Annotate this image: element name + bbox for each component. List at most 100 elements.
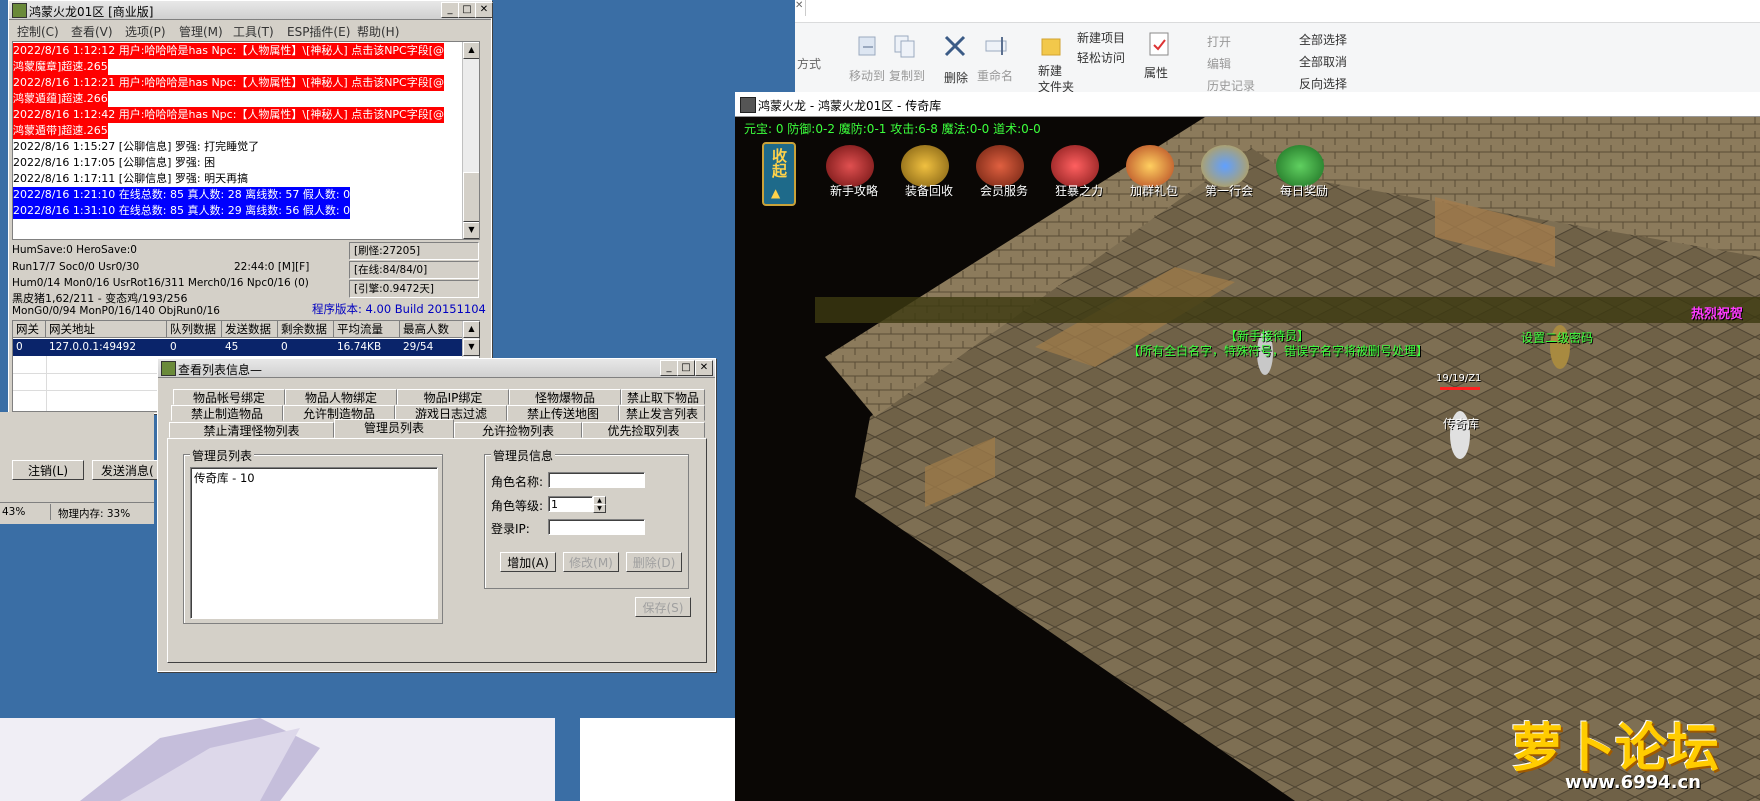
tab-item-account-bind[interactable]: 物品帐号绑定 bbox=[173, 389, 285, 405]
gift-pack-label: 加群礼包 bbox=[1130, 184, 1179, 198]
explorer-close-button[interactable]: ✕ bbox=[795, 0, 806, 16]
tab-admin-list[interactable]: 管理员列表 bbox=[334, 419, 454, 438]
scroll-up-button[interactable]: ▲ bbox=[463, 42, 479, 59]
spinner-buttons[interactable]: ▲ ▼ bbox=[593, 496, 606, 513]
tab-item-char-bind[interactable]: 物品人物绑定 bbox=[285, 389, 397, 405]
role-name-input[interactable] bbox=[548, 472, 645, 488]
list-item[interactable]: 传奇库 - 10 bbox=[194, 470, 255, 486]
logout-button[interactable]: 注销(L) bbox=[12, 460, 84, 480]
edit-button[interactable]: 编辑 bbox=[1207, 55, 1231, 72]
log-line: 2022/8/16 1:12:42 用户:哈哈哈是has Npc:【人物属性】\… bbox=[13, 107, 445, 123]
scroll-down-button[interactable]: ▼ bbox=[463, 339, 480, 356]
top-guild-icon[interactable] bbox=[1201, 145, 1249, 187]
collapse-button[interactable]: 收起 ▲ bbox=[762, 142, 796, 206]
spin-down-icon[interactable]: ▼ bbox=[593, 504, 606, 513]
scroll-up-button[interactable]: ▲ bbox=[463, 321, 480, 338]
beginner-guide-icon[interactable] bbox=[826, 145, 874, 187]
rename-button[interactable]: 重命名 bbox=[977, 67, 1013, 84]
player-name[interactable]: 传奇库 bbox=[1443, 415, 1479, 432]
menu-control[interactable]: 控制(C) bbox=[17, 23, 59, 40]
npc-password-name[interactable]: 设置二级密码 bbox=[1521, 329, 1593, 346]
move-to-button[interactable]: 移动到 bbox=[849, 67, 885, 84]
menu-manage[interactable]: 管理(M) bbox=[179, 23, 223, 40]
gift-pack-icon[interactable] bbox=[1126, 145, 1174, 187]
open-button[interactable]: 打开 bbox=[1207, 33, 1231, 50]
delete-admin-button[interactable]: 删除(D) bbox=[626, 552, 682, 572]
tab-allow-pickup-list[interactable]: 允许捡物列表 bbox=[454, 422, 582, 438]
col-max-users[interactable]: 最高人数 bbox=[400, 321, 463, 338]
tab-no-remove-items[interactable]: 禁止取下物品 bbox=[621, 389, 705, 405]
dialog-maximize-button[interactable]: □ bbox=[677, 360, 695, 376]
cell-sent: 45 bbox=[225, 341, 239, 353]
col-gateway-address[interactable]: 网关地址 bbox=[46, 321, 167, 338]
move-to-icon bbox=[858, 36, 876, 56]
properties-button[interactable]: 属性 bbox=[1144, 64, 1168, 81]
new-folder-button[interactable]: 新建 文件夹 bbox=[1038, 63, 1074, 95]
equipment-recycle-icon[interactable] bbox=[901, 145, 949, 187]
dialog-minimize-button[interactable]: _ bbox=[660, 360, 678, 376]
tab-no-teleport-maps[interactable]: 禁止传送地图 bbox=[507, 405, 619, 421]
edit-admin-button[interactable]: 修改(M) bbox=[563, 552, 619, 572]
tab-no-clear-monsters[interactable]: 禁止清理怪物列表 bbox=[169, 422, 334, 438]
dialog-icon bbox=[161, 361, 176, 376]
server-log[interactable]: 2022/8/16 1:12:12 用户:哈哈哈是has Npc:【人物属性】\… bbox=[12, 41, 480, 240]
menu-options[interactable]: 选项(P) bbox=[125, 23, 166, 40]
table-scrollbar[interactable]: ▲ ▼ bbox=[462, 321, 480, 357]
berserk-power-icon[interactable] bbox=[1051, 145, 1099, 187]
log-line: 2022/8/16 1:17:05 [公聊信息] 罗强: 困 bbox=[13, 156, 216, 169]
select-none-button[interactable]: 全部取消 bbox=[1299, 53, 1347, 70]
tab-no-craft-items[interactable]: 禁止制造物品 bbox=[171, 405, 283, 421]
chevron-up-icon: ▲ bbox=[771, 186, 781, 200]
dialog-titlebar[interactable]: 查看列表信息— _ □ ✕ bbox=[158, 359, 715, 378]
tab-mute-list[interactable]: 禁止发言列表 bbox=[619, 405, 705, 421]
close-button[interactable]: ✕ bbox=[475, 2, 493, 18]
dialog-close-button[interactable]: ✕ bbox=[695, 360, 713, 376]
game-viewport[interactable]: 元宝: 0 防御:0-2 魔防:0-1 攻击:6-8 魔法:0-0 道术:0-0… bbox=[735, 117, 1760, 801]
menu-tools[interactable]: 工具(T) bbox=[233, 23, 274, 40]
scroll-down-button[interactable]: ▼ bbox=[463, 222, 479, 239]
col-gateway[interactable]: 网关 bbox=[13, 321, 46, 338]
tab-priority-pickup-list[interactable]: 优先捡取列表 bbox=[582, 422, 705, 438]
dialog-title: 查看列表信息— bbox=[178, 363, 263, 377]
col-sent[interactable]: 发送数据 bbox=[222, 321, 278, 338]
scroll-thumb[interactable] bbox=[463, 172, 479, 222]
player-hp: 19/19/Z1 bbox=[1436, 373, 1482, 384]
tab-item-ip-bind[interactable]: 物品IP绑定 bbox=[397, 389, 509, 405]
game-window: 鸿蒙火龙 - 鸿蒙火龙01区 - 传奇库 元宝: 0 防御:0-2 魔防:0-1… bbox=[735, 92, 1760, 801]
col-remaining[interactable]: 剩余数据 bbox=[278, 321, 334, 338]
role-level-spinner[interactable]: 1 bbox=[548, 496, 593, 512]
ribbon-partial-label: 方式 bbox=[797, 57, 822, 71]
tab-monster-drops[interactable]: 怪物爆物品 bbox=[509, 389, 621, 405]
admin-listbox[interactable]: 传奇库 - 10 bbox=[190, 467, 438, 619]
top-guild-label: 第一行会 bbox=[1205, 184, 1254, 198]
send-message-button[interactable]: 发送消息( bbox=[92, 460, 162, 480]
add-button[interactable]: 增加(A) bbox=[500, 552, 556, 572]
stat-time: 22:44:0 [M][F] bbox=[234, 261, 310, 273]
new-item-button[interactable]: 新建项目 bbox=[1077, 29, 1125, 46]
login-ip-input[interactable] bbox=[548, 519, 645, 535]
maximize-button[interactable]: □ bbox=[458, 2, 476, 18]
menu-esp-plugin[interactable]: ESP插件(E) bbox=[287, 23, 350, 40]
server-window: 鸿蒙火龙01区 [商业版] _ □ ✕ 控制(C) 查看(V) 选项(P) 管理… bbox=[8, 0, 493, 414]
select-all-button[interactable]: 全部选择 bbox=[1299, 31, 1347, 48]
col-avg-traffic[interactable]: 平均流量 bbox=[334, 321, 400, 338]
easy-access-button[interactable]: 轻松访问 bbox=[1077, 49, 1125, 66]
game-titlebar[interactable]: 鸿蒙火龙 - 鸿蒙火龙01区 - 传奇库 bbox=[735, 92, 1760, 117]
menu-help[interactable]: 帮助(H) bbox=[357, 23, 399, 40]
log-scrollbar[interactable]: ▲ ▼ bbox=[462, 42, 479, 239]
daily-reward-icon[interactable] bbox=[1276, 145, 1324, 187]
vip-service-icon[interactable] bbox=[976, 145, 1024, 187]
menu-view[interactable]: 查看(V) bbox=[71, 23, 113, 40]
invert-selection-button[interactable]: 反向选择 bbox=[1299, 75, 1347, 92]
log-line: 鸿蒙魔章]超速.265 bbox=[13, 59, 108, 75]
beginner-guide-label: 新手攻略 bbox=[830, 184, 879, 198]
delete-button[interactable]: 删除 bbox=[944, 69, 968, 86]
status-divider bbox=[50, 504, 51, 520]
copy-to-button[interactable]: 复制到 bbox=[889, 67, 925, 84]
server-titlebar[interactable]: 鸿蒙火龙01区 [商业版] _ □ ✕ bbox=[9, 1, 493, 20]
game-title: 鸿蒙火龙 - 鸿蒙火龙01区 - 传奇库 bbox=[758, 99, 942, 113]
minimize-button[interactable]: _ bbox=[441, 2, 459, 18]
save-button[interactable]: 保存(S) bbox=[635, 597, 691, 617]
col-queue[interactable]: 队列数据 bbox=[167, 321, 222, 338]
role-name-label: 角色名称: bbox=[491, 475, 544, 489]
